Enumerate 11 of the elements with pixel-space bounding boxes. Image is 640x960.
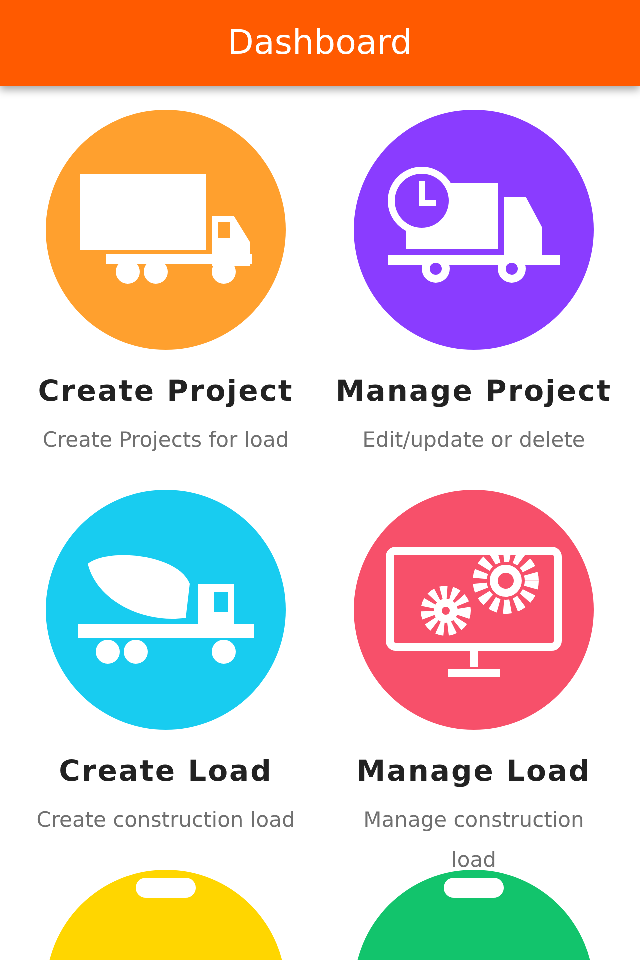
mixer-truck-icon — [78, 554, 254, 666]
tile-subtitle: Create Projects for load — [42, 427, 290, 454]
tile-title[interactable]: Create Load — [59, 754, 273, 788]
tile-title[interactable]: Manage Load — [356, 754, 592, 788]
truck-icon — [80, 174, 252, 286]
tile-subtitle: Create construction load — [36, 807, 296, 834]
tile-title[interactable]: Create Project — [38, 374, 294, 408]
header-title: Dashboard — [228, 23, 412, 63]
tile-title[interactable]: Manage Project — [336, 374, 612, 408]
tile-subtitle: Edit/update or delete — [362, 427, 586, 454]
tile-subtitle: Manage construction load — [362, 807, 586, 874]
